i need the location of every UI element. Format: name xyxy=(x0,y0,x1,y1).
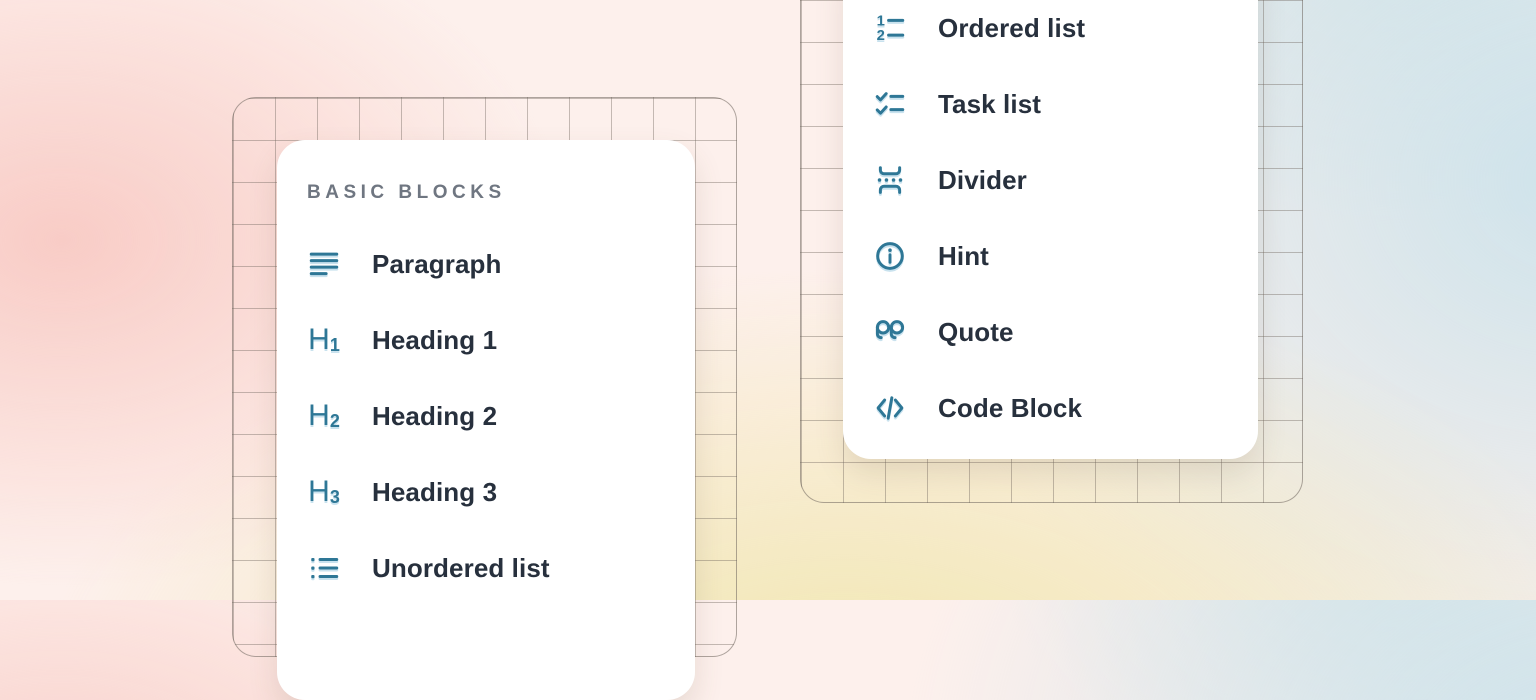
hint-icon xyxy=(873,239,907,273)
heading-icon: H1 xyxy=(307,323,341,357)
menu-item-task-list[interactable]: Task list xyxy=(873,66,1258,142)
menu-item-label: Task list xyxy=(938,89,1041,120)
menu-item-heading-3[interactable]: H3 Heading 3 xyxy=(307,454,695,530)
menu-item-code-block[interactable]: Code Block xyxy=(873,370,1258,446)
blocks-menu-card-2: 1 2 Ordered list Task list Divider xyxy=(843,0,1258,459)
quote-icon xyxy=(873,315,907,349)
code-block-icon xyxy=(873,391,907,425)
svg-text:2: 2 xyxy=(877,28,885,44)
menu-item-label: Heading 2 xyxy=(372,401,497,432)
menu-item-label: Hint xyxy=(938,241,989,272)
menu-item-label: Quote xyxy=(938,317,1014,348)
menu-item-label: Unordered list xyxy=(372,553,550,584)
basic-blocks-menu-card: BASIC BLOCKS Paragraph H1 Heading 1 H2 Headi… xyxy=(277,140,695,700)
heading-level-digit: 2 xyxy=(330,412,340,430)
heading-level-digit: 3 xyxy=(330,488,340,506)
svg-text:1: 1 xyxy=(877,13,885,29)
menu-item-divider[interactable]: Divider xyxy=(873,142,1258,218)
menu-item-heading-1[interactable]: H1 Heading 1 xyxy=(307,302,695,378)
basic-blocks-menu-list: Paragraph H1 Heading 1 H2 Heading 2 H3 Heading… xyxy=(307,226,695,606)
blocks-menu-list-2: 1 2 Ordered list Task list Divider xyxy=(873,0,1258,446)
menu-item-hint[interactable]: Hint xyxy=(873,218,1258,294)
unordered-list-icon xyxy=(307,551,341,585)
menu-item-label: Heading 1 xyxy=(372,325,497,356)
menu-item-ordered-list[interactable]: 1 2 Ordered list xyxy=(873,0,1258,66)
heading-level-digit: 1 xyxy=(330,336,340,354)
menu-item-quote[interactable]: Quote xyxy=(873,294,1258,370)
section-header-basic-blocks: BASIC BLOCKS xyxy=(307,176,695,210)
menu-item-heading-2[interactable]: H2 Heading 2 xyxy=(307,378,695,454)
task-list-icon xyxy=(873,87,907,121)
menu-item-label: Heading 3 xyxy=(372,477,497,508)
menu-item-label: Code Block xyxy=(938,393,1082,424)
ordered-list-icon: 1 2 xyxy=(873,11,907,45)
menu-item-label: Ordered list xyxy=(938,13,1085,44)
divider-icon xyxy=(873,163,907,197)
heading-icon: H3 xyxy=(307,475,341,509)
heading-icon: H2 xyxy=(307,399,341,433)
paragraph-icon xyxy=(307,247,341,281)
menu-item-label: Paragraph xyxy=(372,249,502,280)
menu-item-label: Divider xyxy=(938,165,1027,196)
menu-item-unordered-list[interactable]: Unordered list xyxy=(307,530,695,606)
menu-item-paragraph[interactable]: Paragraph xyxy=(307,226,695,302)
